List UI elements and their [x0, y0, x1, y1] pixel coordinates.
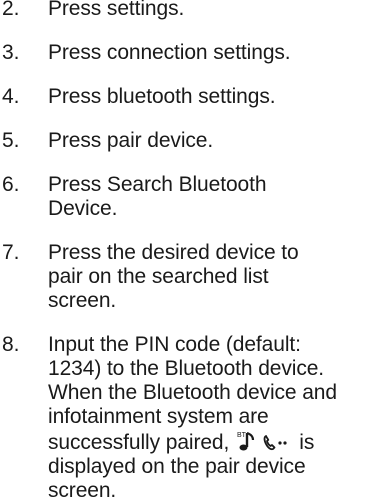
bt-label: BT: [237, 432, 247, 439]
step-text-line: Press pair device.: [48, 129, 214, 152]
step-number: 7.: [2, 241, 20, 264]
step-text-line: infotainment system are: [48, 405, 269, 428]
step-8: 8. Input the PIN code (default: 1234) to…: [0, 333, 392, 503]
step-2: 2. Press settings.: [0, 0, 392, 21]
instruction-steps: 2. Press settings. 3. Press connection s…: [0, 0, 392, 503]
step-text-line: When the Bluetooth device and: [48, 381, 337, 404]
step-text-line: displayed on the pair device: [48, 455, 306, 478]
step-text-fragment: successfully paired,: [48, 431, 230, 454]
step-5: 5. Press pair device.: [0, 129, 392, 153]
step-number: 8.: [2, 333, 20, 356]
step-text-line-with-icon: successfully paired, BT is: [48, 429, 392, 455]
step-4: 4. Press bluetooth settings.: [0, 85, 392, 109]
step-text-line: Press bluetooth settings.: [48, 85, 276, 108]
step-text-line: Press the desired device to: [48, 241, 299, 264]
step-text-fragment: is: [299, 431, 315, 454]
step-text-line: screen.: [48, 289, 117, 312]
step-number: 6.: [2, 173, 20, 196]
step-text-line: Input the PIN code (default:: [48, 333, 301, 356]
step-text-line: Press connection settings.: [48, 41, 291, 64]
step-6: 6. Press Search Bluetooth Device.: [0, 173, 392, 221]
step-7: 7. Press the desired device to pair on t…: [0, 241, 392, 313]
step-text-line: Press settings.: [48, 0, 185, 20]
step-text-line: pair on the searched list: [48, 265, 269, 288]
step-3: 3. Press connection settings.: [0, 41, 392, 65]
step-number: 4.: [2, 85, 20, 108]
step-number: 2.: [2, 0, 20, 20]
step-text-line: 1234) to the Bluetooth device.: [48, 357, 325, 380]
bluetooth-phone-connected-icon: BT: [237, 431, 287, 451]
step-text-line: Press Search Bluetooth: [48, 173, 267, 196]
step-number: 5.: [2, 129, 20, 152]
step-number: 3.: [2, 41, 20, 64]
step-text-line: screen.: [48, 479, 117, 502]
step-text-line: Device.: [48, 197, 118, 220]
